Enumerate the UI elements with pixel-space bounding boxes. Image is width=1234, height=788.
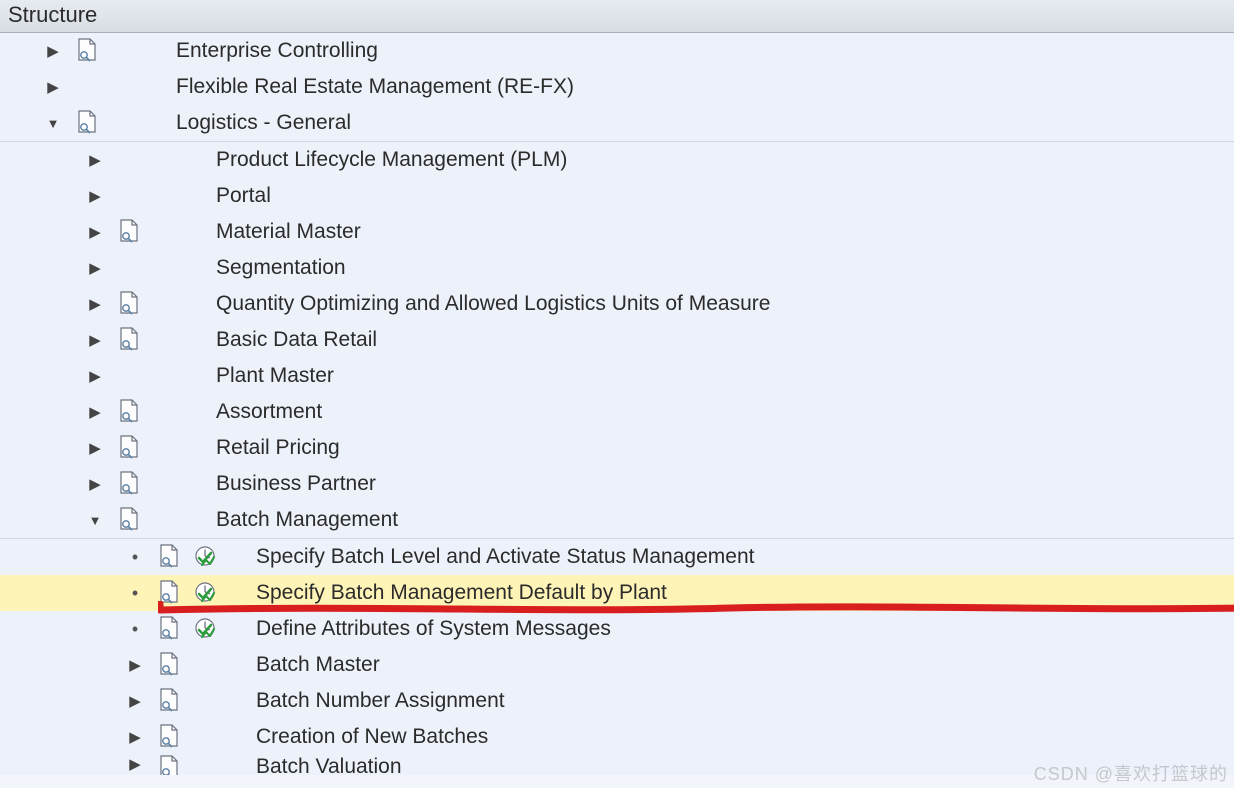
expand-icon[interactable]: ▶: [86, 403, 104, 421]
img-activity-doc-icon[interactable]: [158, 544, 182, 570]
tree-row[interactable]: ▶ Product Lifecycle Management (PLM): [0, 142, 1234, 178]
img-activity-doc-icon[interactable]: [158, 724, 182, 750]
expand-icon[interactable]: ▶: [86, 475, 104, 493]
tree-row[interactable]: ▶ Basic Data Retail: [0, 322, 1234, 358]
expand-icon[interactable]: ▶: [126, 692, 144, 710]
expand-icon[interactable]: ▶: [126, 656, 144, 674]
expand-icon[interactable]: ▶: [86, 223, 104, 241]
structure-header: Structure: [0, 0, 1234, 33]
tree-row[interactable]: ▶ Plant Master: [0, 358, 1234, 394]
tree-row[interactable]: ▶ Batch Master: [0, 647, 1234, 683]
expand-icon[interactable]: ▶: [86, 295, 104, 313]
tree-node-label[interactable]: Plant Master: [212, 364, 1234, 388]
img-activity-doc-icon[interactable]: [76, 38, 100, 64]
tree-node-label[interactable]: Specify Batch Management Default by Plan…: [252, 581, 1234, 605]
tree-node-label[interactable]: Batch Number Assignment: [252, 689, 1234, 713]
tree-node-label[interactable]: Quantity Optimizing and Allowed Logistic…: [212, 292, 1234, 316]
tree-node-label[interactable]: Flexible Real Estate Management (RE-FX): [172, 75, 1234, 99]
tree-node-label[interactable]: Product Lifecycle Management (PLM): [212, 148, 1234, 172]
img-activity-doc-icon[interactable]: [158, 755, 182, 775]
img-activity-doc-icon[interactable]: [118, 399, 142, 425]
img-activity-doc-icon[interactable]: [118, 471, 142, 497]
tree-row[interactable]: ▼ Logistics - General: [0, 105, 1234, 142]
tree-row[interactable]: ▶ Segmentation: [0, 250, 1234, 286]
expand-icon[interactable]: ▶: [86, 331, 104, 349]
img-tree: ▶ Enterprise Controlling▶Flexible Real E…: [0, 33, 1234, 775]
execute-activity-icon[interactable]: [194, 545, 218, 569]
img-activity-doc-icon[interactable]: [158, 688, 182, 714]
tree-node-label[interactable]: Material Master: [212, 220, 1234, 244]
tree-node-label[interactable]: Logistics - General: [172, 111, 1234, 135]
expand-icon[interactable]: ▶: [86, 151, 104, 169]
img-activity-doc-icon[interactable]: [118, 327, 142, 353]
tree-row[interactable]: ▶ Batch Number Assignment: [0, 683, 1234, 719]
expand-icon[interactable]: ▶: [44, 42, 62, 60]
tree-row[interactable]: ▶ Material Master: [0, 214, 1234, 250]
tree-node-label[interactable]: Batch Master: [252, 653, 1234, 677]
img-activity-doc-icon[interactable]: [158, 616, 182, 642]
tree-row[interactable]: ▶ Quantity Optimizing and Allowed Logist…: [0, 286, 1234, 322]
tree-row[interactable]: ▼ Batch Management: [0, 502, 1234, 539]
tree-row[interactable]: ▶ Creation of New Batches: [0, 719, 1234, 755]
tree-row[interactable]: ▶ Assortment: [0, 394, 1234, 430]
tree-leaf-bullet: •: [126, 583, 144, 604]
expand-icon[interactable]: ▶: [86, 367, 104, 385]
tree-node-label[interactable]: Business Partner: [212, 472, 1234, 496]
tree-row[interactable]: ▶ Enterprise Controlling: [0, 33, 1234, 69]
tree-node-label[interactable]: Basic Data Retail: [212, 328, 1234, 352]
img-activity-doc-icon[interactable]: [76, 110, 100, 136]
execute-activity-icon[interactable]: [194, 581, 218, 605]
tree-row[interactable]: ▶ Business Partner: [0, 466, 1234, 502]
tree-node-label[interactable]: Define Attributes of System Messages: [252, 617, 1234, 641]
tree-node-label[interactable]: Specify Batch Level and Activate Status …: [252, 545, 1234, 569]
tree-node-label[interactable]: Batch Management: [212, 508, 1234, 532]
expand-icon[interactable]: ▶: [44, 78, 62, 96]
tree-node-label[interactable]: Enterprise Controlling: [172, 39, 1234, 63]
img-activity-doc-icon[interactable]: [118, 219, 142, 245]
header-title: Structure: [8, 2, 97, 27]
tree-row[interactable]: • Define Attributes of System Messages: [0, 611, 1234, 647]
tree-node-label[interactable]: Batch Valuation: [252, 755, 1234, 775]
img-activity-doc-icon[interactable]: [158, 652, 182, 678]
tree-row[interactable]: • Specify Batch Level and Activate Statu…: [0, 539, 1234, 575]
collapse-icon[interactable]: ▼: [44, 116, 62, 131]
expand-icon[interactable]: ▶: [86, 259, 104, 277]
tree-leaf-bullet: •: [126, 547, 144, 568]
tree-node-label[interactable]: Retail Pricing: [212, 436, 1234, 460]
expand-icon[interactable]: ▶: [86, 187, 104, 205]
tree-node-label[interactable]: Portal: [212, 184, 1234, 208]
tree-row[interactable]: ▶ Batch Valuation: [0, 755, 1234, 775]
tree-node-label[interactable]: Segmentation: [212, 256, 1234, 280]
expand-icon[interactable]: ▶: [126, 728, 144, 746]
expand-icon[interactable]: ▶: [126, 755, 144, 773]
tree-leaf-bullet: •: [126, 619, 144, 640]
tree-row[interactable]: ▶ Portal: [0, 178, 1234, 214]
img-activity-doc-icon[interactable]: [118, 291, 142, 317]
tree-row[interactable]: ▶ Flexible Real Estate Management (RE-FX): [0, 69, 1234, 105]
tree-row[interactable]: ▶ Retail Pricing: [0, 430, 1234, 466]
tree-row[interactable]: • Specify Batch Management Default by Pl…: [0, 575, 1234, 611]
img-activity-doc-icon[interactable]: [118, 435, 142, 461]
collapse-icon[interactable]: ▼: [86, 513, 104, 528]
execute-activity-icon[interactable]: [194, 617, 218, 641]
img-activity-doc-icon[interactable]: [118, 507, 142, 533]
tree-node-label[interactable]: Creation of New Batches: [252, 725, 1234, 749]
img-activity-doc-icon[interactable]: [158, 580, 182, 606]
expand-icon[interactable]: ▶: [86, 439, 104, 457]
tree-node-label[interactable]: Assortment: [212, 400, 1234, 424]
